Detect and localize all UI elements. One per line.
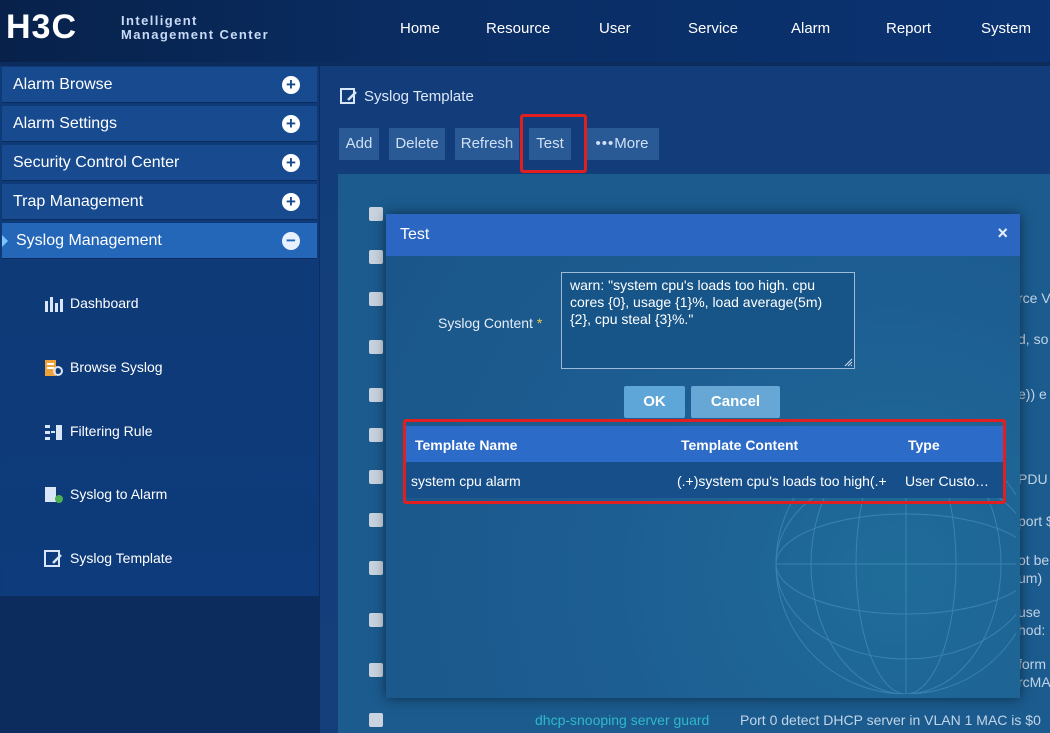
submenu-item-label: Filtering Rule: [70, 423, 153, 439]
row-checkbox[interactable]: [369, 250, 383, 264]
resize-grip-icon[interactable]: [843, 357, 853, 367]
more-label: More: [614, 135, 649, 152]
row-text-fragment: hod:: [1018, 622, 1046, 638]
brand-line1: Intelligent: [121, 13, 198, 28]
close-icon[interactable]: ×: [997, 223, 1008, 244]
row-text-fragment: PDU: [1018, 471, 1048, 487]
row-checkbox[interactable]: [369, 292, 383, 306]
row-checkbox[interactable]: [369, 663, 383, 677]
dashboard-icon: [45, 297, 63, 312]
submenu-item-label: Syslog Template: [70, 550, 173, 566]
sidebar-item-alarm-settings[interactable]: Alarm Settings +: [2, 106, 317, 142]
nav-alarm[interactable]: Alarm: [791, 20, 830, 37]
brand-line2: Management Center: [121, 27, 270, 42]
collapse-minus-icon[interactable]: −: [282, 232, 300, 250]
row-checkbox[interactable]: [369, 613, 383, 627]
nav-service[interactable]: Service: [688, 20, 738, 37]
page-title-text: Syslog Template: [364, 88, 474, 105]
h3c-logo: H3C: [6, 10, 77, 44]
cancel-button[interactable]: Cancel: [691, 386, 780, 418]
syslog-content-textarea[interactable]: warn: "system cpu's loads too high. cpu …: [561, 272, 855, 369]
brand-title: Intelligent Management Center: [121, 14, 269, 42]
filtering-rule-icon: [45, 425, 62, 440]
sidebar-item-syslog-management[interactable]: Syslog Management −: [2, 223, 317, 259]
expand-plus-icon[interactable]: +: [282, 193, 300, 211]
syslog-content-label: Syslog Content *: [438, 315, 542, 331]
test-button-highlight: [520, 114, 587, 173]
template-name-link[interactable]: dhcp-snooping server guard: [535, 712, 709, 728]
ok-button[interactable]: OK: [624, 386, 685, 418]
row-checkbox[interactable]: [369, 561, 383, 575]
delete-button[interactable]: Delete: [389, 128, 445, 160]
nav-system[interactable]: System: [981, 20, 1031, 37]
nav-report[interactable]: Report: [886, 20, 931, 37]
top-bar: H3C Intelligent Management Center Home R…: [0, 0, 1050, 62]
row-checkbox[interactable]: [369, 340, 383, 354]
expand-plus-icon[interactable]: +: [282, 154, 300, 172]
dialog-title: Test: [400, 226, 430, 243]
row-text-fragment: e)) e: [1018, 386, 1047, 402]
nav-resource[interactable]: Resource: [486, 20, 550, 37]
row-text-fragment: um): [1018, 570, 1043, 586]
row-text-fragment: d, so: [1018, 331, 1049, 347]
syslog-template-icon: [44, 550, 62, 567]
more-button[interactable]: •••More: [585, 128, 659, 160]
dialog-header: Test ×: [386, 214, 1020, 256]
sidebar-item-alarm-browse[interactable]: Alarm Browse +: [2, 67, 317, 103]
active-marker-icon: [2, 235, 8, 247]
sidebar-item-trap-management[interactable]: Trap Management +: [2, 184, 317, 220]
row-text-fragment: ot be: [1018, 552, 1050, 568]
syslog-template-icon: [340, 88, 357, 104]
submenu-item-label: Dashboard: [70, 295, 139, 311]
row-text-fragment: rce V: [1018, 290, 1050, 306]
syslog-to-alarm-icon: [45, 487, 63, 503]
refresh-button[interactable]: Refresh: [455, 128, 519, 160]
row-text-fragment: rcMA: [1018, 674, 1050, 690]
nav-user[interactable]: User: [599, 20, 631, 37]
syslog-content-label-text: Syslog Content: [438, 315, 533, 331]
row-checkbox[interactable]: [369, 388, 383, 402]
template-content-cell: Port 0 detect DHCP server in VLAN 1 MAC …: [740, 712, 1041, 728]
svg-text:H3C: H3C: [6, 10, 77, 44]
row-text-fragment: use: [1018, 604, 1041, 620]
sidebar-item-security-control-center[interactable]: Security Control Center +: [2, 145, 317, 181]
header-checkbox[interactable]: [369, 207, 383, 221]
submenu-item-label: Syslog to Alarm: [70, 486, 168, 502]
sidebar-item-label: Trap Management: [13, 193, 144, 210]
browse-syslog-icon: [45, 360, 63, 376]
row-checkbox[interactable]: [369, 428, 383, 442]
nav-home[interactable]: Home: [400, 20, 440, 37]
more-dots-icon: •••: [595, 135, 615, 152]
row-text-fragment: form: [1018, 656, 1046, 672]
row-text-fragment: port $: [1018, 513, 1050, 529]
add-button[interactable]: Add: [339, 128, 379, 160]
row-checkbox[interactable]: [369, 470, 383, 484]
result-table-highlight: [403, 419, 1006, 504]
sidebar-item-label: Syslog Management: [16, 232, 162, 249]
submenu-item-label: Browse Syslog: [70, 359, 163, 375]
required-mark: *: [536, 315, 543, 331]
sidebar-item-label: Alarm Settings: [13, 115, 118, 132]
row-checkbox[interactable]: [369, 713, 383, 727]
sidebar-item-label: Alarm Browse: [13, 76, 113, 93]
expand-plus-icon[interactable]: +: [282, 115, 300, 133]
sidebar-item-label: Security Control Center: [13, 154, 180, 171]
row-checkbox[interactable]: [369, 513, 383, 527]
expand-plus-icon[interactable]: +: [282, 76, 300, 94]
